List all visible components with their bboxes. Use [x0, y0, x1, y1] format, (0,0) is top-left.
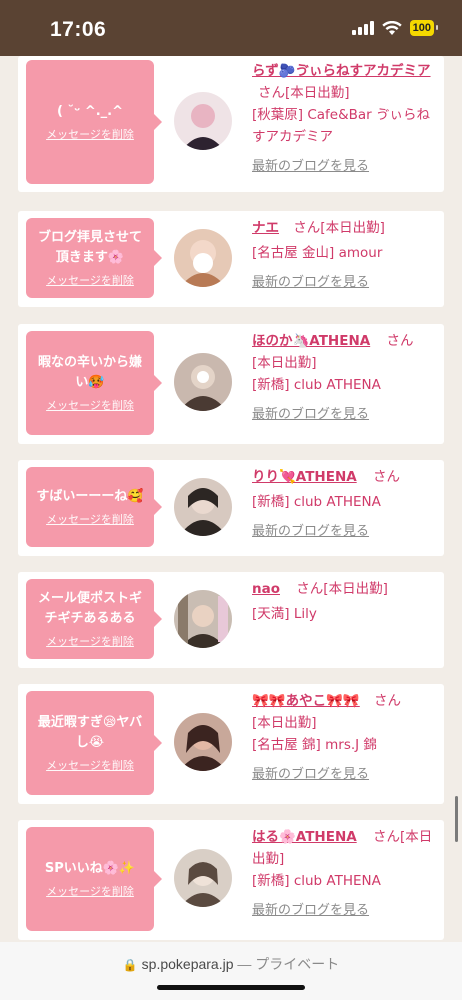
message-text: 暇なの辛いから嫌い🥵 — [37, 355, 142, 390]
blog-link[interactable]: 最新のブログを見る — [252, 272, 438, 294]
message-bubble: すばいーーーね🥰 メッセージを削除 — [26, 467, 162, 547]
avatar[interactable] — [174, 849, 232, 907]
cast-name-link[interactable]: ナエ — [252, 220, 279, 236]
cast-name-link[interactable]: りり💘ATHENA — [252, 469, 357, 485]
message-bubble: 最近暇すぎ😪ヤバし😭 メッセージを削除 — [26, 691, 162, 795]
honorific: さん — [372, 469, 400, 485]
today-badge: [本日出勤] — [323, 581, 388, 597]
delete-message-link[interactable]: メッセージを削除 — [46, 397, 134, 413]
honorific: さん — [374, 693, 402, 709]
cast-info: 🎀🎀あやこ🎀🎀 さん [本日出勤] [名古屋 錦] mrs.J 錦 最新のブログ… — [252, 690, 438, 786]
honorific: さん — [258, 85, 285, 101]
message-card: SPいいね🌸✨ メッセージを削除 はる🌸ATHENA さん[本日出勤] [新橋]… — [18, 820, 444, 940]
today-badge: [本日出勤] — [252, 715, 317, 731]
message-card: 最近暇すぎ😪ヤバし😭 メッセージを削除 🎀🎀あやこ🎀🎀 さん [本日出勤] [名… — [18, 684, 444, 804]
today-badge: [本日出勤] — [320, 220, 385, 236]
avatar[interactable] — [174, 92, 232, 150]
delete-message-link[interactable]: メッセージを削除 — [46, 511, 134, 527]
blog-link[interactable]: 最新のブログを見る — [252, 764, 438, 786]
shop-info: [秋葉原] Cafe&Bar ゔぃらねすアカデミア — [252, 107, 430, 145]
message-card: ブログ拝見させて頂きます🌸 メッセージを削除 ナエ さん[本日出勤] [名古屋 … — [18, 211, 444, 307]
delete-message-link[interactable]: メッセージを削除 — [46, 633, 134, 649]
status-icons: 100 — [351, 20, 439, 36]
cast-name-link[interactable]: 🎀🎀あやこ🎀🎀 — [252, 693, 360, 709]
message-card: すばいーーーね🥰 メッセージを削除 りり💘ATHENA さん [新橋] club… — [18, 460, 444, 556]
delete-message-link[interactable]: メッセージを削除 — [46, 757, 134, 773]
cast-info: ほのか🦄ATHENA さん [本日出勤] [新橋] club ATHENA 最新… — [252, 330, 438, 426]
shop-info: [新橋] club ATHENA — [252, 377, 381, 393]
signal-icon — [351, 21, 374, 35]
message-text: すばいーーーね🥰 — [36, 489, 144, 504]
wifi-icon — [381, 20, 402, 35]
blog-link[interactable]: 最新のブログを見る — [252, 900, 438, 922]
delete-message-link[interactable]: メッセージを削除 — [46, 272, 134, 288]
blog-link[interactable]: 最新のブログを見る — [252, 404, 438, 426]
separator-text: — — [233, 956, 256, 972]
message-bubble: ブログ拝見させて頂きます🌸 メッセージを削除 — [26, 218, 162, 298]
status-bar: 17:06 100 — [0, 0, 462, 56]
delete-message-link[interactable]: メッセージを削除 — [46, 126, 134, 142]
avatar[interactable] — [174, 590, 232, 648]
cast-name-link[interactable]: nao — [252, 581, 280, 597]
honorific: さん — [296, 581, 324, 597]
browser-bottom-bar: 🔒 sp.pokepara.jp — プライベート — [0, 942, 462, 1000]
today-badge: [本日出勤] — [285, 85, 350, 101]
blog-link[interactable]: 最新のブログを見る — [252, 521, 438, 543]
shop-info: [天満] Lily — [252, 606, 317, 622]
today-badge: [本日出勤] — [252, 355, 317, 371]
message-card: メール便ポストギチギチあるある メッセージを削除 nao さん[本日出勤] [天… — [18, 572, 444, 668]
message-bubble: SPいいね🌸✨ メッセージを削除 — [26, 827, 162, 931]
message-card: 暇なの辛いから嫌い🥵 メッセージを削除 ほのか🦄ATHENA さん [本日出勤]… — [18, 324, 444, 444]
message-text: 最近暇すぎ😪ヤバし😭 — [37, 715, 143, 750]
message-text: メール便ポストギチギチあるある — [37, 591, 142, 626]
home-indicator[interactable] — [157, 985, 305, 990]
message-text: SPいいね🌸✨ — [44, 861, 136, 876]
battery-icon: 100 — [409, 20, 439, 36]
cast-info: ナエ さん[本日出勤] [名古屋 金山] amour 最新のブログを見る — [252, 217, 438, 294]
avatar[interactable] — [174, 229, 232, 287]
message-bubble: メール便ポストギチギチあるある メッセージを削除 — [26, 579, 162, 659]
message-bubble: ( ˘ᵕ ^._.^ メッセージを削除 — [26, 60, 162, 184]
avatar[interactable] — [174, 353, 232, 411]
shop-info: [新橋] club ATHENA — [252, 873, 381, 889]
message-bubble: 暇なの辛いから嫌い🥵 メッセージを削除 — [26, 331, 162, 435]
shop-info: [新橋] club ATHENA — [252, 494, 381, 510]
message-text: ( ˘ᵕ ^._.^ — [57, 104, 123, 119]
cast-info: らず🫐ゔぃらねすアカデミア さん[本日出勤] [秋葉原] Cafe&Bar ゔぃ… — [252, 60, 438, 178]
honorific: さん — [372, 829, 400, 845]
scrollbar-thumb[interactable] — [455, 796, 458, 842]
private-label: プライベート — [255, 956, 340, 972]
cast-info: りり💘ATHENA さん [新橋] club ATHENA 最新のブログを見る — [252, 466, 438, 543]
status-time: 17:06 — [50, 18, 107, 41]
honorific: さん — [386, 333, 414, 349]
blog-link[interactable]: 最新のブログを見る — [252, 156, 438, 178]
lock-icon: 🔒 — [122, 958, 138, 972]
address-bar[interactable]: 🔒 sp.pokepara.jp — プライベート — [0, 954, 462, 974]
cast-name-link[interactable]: はる🌸ATHENA — [252, 829, 357, 845]
cast-name-link[interactable]: らず🫐ゔぃらねすアカデミア — [252, 63, 431, 79]
avatar[interactable] — [174, 713, 232, 771]
cast-info: nao さん[本日出勤] [天満] Lily — [252, 578, 438, 633]
message-text: ブログ拝見させて頂きます🌸 — [37, 230, 142, 265]
shop-info: [名古屋 金山] amour — [252, 245, 383, 261]
cast-name-link[interactable]: ほのか🦄ATHENA — [252, 333, 370, 349]
cast-info: はる🌸ATHENA さん[本日出勤] [新橋] club ATHENA 最新のブ… — [252, 826, 438, 922]
avatar[interactable] — [174, 478, 232, 536]
honorific: さん — [293, 220, 321, 236]
message-card: ( ˘ᵕ ^._.^ メッセージを削除 らず🫐ゔぃらねすアカデミア さん[本日出… — [18, 56, 444, 192]
delete-message-link[interactable]: メッセージを削除 — [46, 883, 134, 899]
domain-text: sp.pokepara.jp — [141, 956, 234, 972]
shop-info: [名古屋 錦] mrs.J 錦 — [252, 737, 377, 753]
